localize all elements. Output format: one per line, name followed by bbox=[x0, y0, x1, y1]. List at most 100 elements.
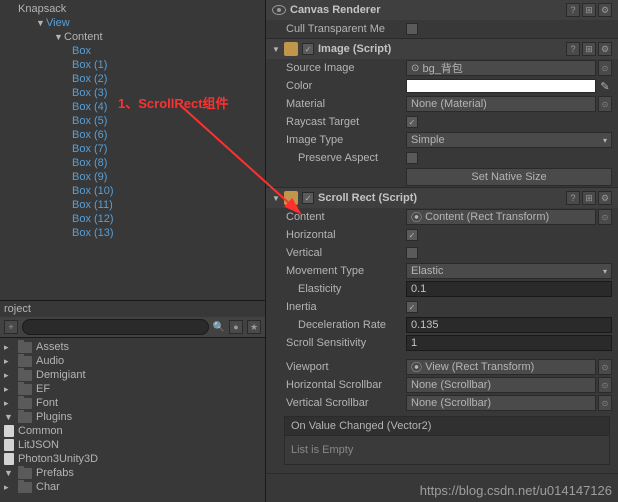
hierarchy-item-knapsack[interactable]: Knapsack bbox=[0, 2, 265, 16]
prop-label: Cull Transparent Me bbox=[286, 23, 402, 35]
folder-icon bbox=[18, 482, 32, 493]
object-picker-button[interactable]: ⊙ bbox=[598, 395, 612, 411]
folder-item[interactable]: ▸Audio bbox=[0, 354, 265, 368]
event-empty-label: List is Empty bbox=[285, 436, 609, 464]
canvas-renderer-component: Canvas Renderer ? ⊞ ⚙ Cull Transparent M… bbox=[266, 0, 618, 39]
enable-checkbox[interactable] bbox=[302, 43, 314, 55]
folder-item[interactable]: ▸Demigiant bbox=[0, 368, 265, 382]
hscrollbar-field[interactable]: None (Scrollbar) bbox=[406, 377, 596, 393]
event-list: On Value Changed (Vector2) List is Empty bbox=[284, 416, 610, 465]
image-type-dropdown[interactable]: Simple bbox=[406, 132, 612, 148]
create-button[interactable]: + bbox=[4, 320, 18, 334]
file-icon bbox=[4, 439, 14, 451]
preset-button[interactable]: ⊞ bbox=[582, 42, 596, 56]
menu-button[interactable]: ⚙ bbox=[598, 191, 612, 205]
raycast-checkbox[interactable] bbox=[406, 116, 418, 128]
preserve-checkbox[interactable] bbox=[406, 152, 418, 164]
prop-label: Vertical Scrollbar bbox=[286, 397, 402, 409]
prop-label: Inertia bbox=[286, 301, 402, 313]
assets-root[interactable]: ▸Assets bbox=[0, 340, 265, 354]
menu-button[interactable]: ⚙ bbox=[598, 42, 612, 56]
color-field[interactable] bbox=[406, 79, 596, 93]
prop-label: Source Image bbox=[286, 62, 402, 74]
vertical-checkbox[interactable] bbox=[406, 247, 418, 259]
folder-icon bbox=[18, 398, 32, 409]
inspector-panel: Canvas Renderer ? ⊞ ⚙ Cull Transparent M… bbox=[266, 0, 618, 502]
script-icon bbox=[284, 42, 298, 56]
project-search-input[interactable] bbox=[22, 319, 209, 335]
sensitivity-input[interactable] bbox=[406, 335, 612, 351]
folder-item[interactable]: ▼Prefabs bbox=[0, 466, 265, 480]
file-item[interactable]: Photon3Unity3D bbox=[0, 452, 265, 466]
left-panel: Knapsack ▼View ▼Content Box Box (1) Box … bbox=[0, 0, 266, 502]
hierarchy-item-box[interactable]: Box (2) bbox=[0, 72, 265, 86]
fold-arrow-icon[interactable]: ▼ bbox=[272, 45, 280, 54]
hierarchy-item-box[interactable]: Box bbox=[0, 44, 265, 58]
help-button[interactable]: ? bbox=[566, 42, 580, 56]
prop-label: Color bbox=[286, 80, 402, 92]
hierarchy-item-content[interactable]: ▼Content bbox=[0, 30, 265, 44]
eyedropper-icon[interactable]: ✎ bbox=[598, 79, 612, 93]
component-title: Scroll Rect (Script) bbox=[318, 192, 562, 204]
folder-icon bbox=[18, 356, 32, 367]
deceleration-input[interactable] bbox=[406, 317, 612, 333]
help-button[interactable]: ? bbox=[566, 191, 580, 205]
hierarchy-item-box[interactable]: Box (1) bbox=[0, 58, 265, 72]
menu-button[interactable]: ⚙ bbox=[598, 3, 612, 17]
event-header: On Value Changed (Vector2) bbox=[285, 417, 609, 436]
component-title: Canvas Renderer bbox=[290, 4, 562, 16]
folder-item[interactable]: ▸Char bbox=[0, 480, 265, 494]
annotation-arrow-icon bbox=[175, 95, 310, 225]
source-image-field[interactable]: bg_背包 bbox=[406, 60, 596, 76]
movement-type-dropdown[interactable]: Elastic bbox=[406, 263, 612, 279]
prop-label: Horizontal bbox=[286, 229, 402, 241]
object-picker-button[interactable]: ⊙ bbox=[598, 60, 612, 76]
file-item[interactable]: LitJSON bbox=[0, 438, 265, 452]
prop-label: Vertical bbox=[286, 247, 402, 259]
help-button[interactable]: ? bbox=[566, 3, 580, 17]
folder-icon bbox=[18, 370, 32, 381]
component-title: Image (Script) bbox=[318, 43, 562, 55]
prop-label: Elasticity bbox=[286, 283, 402, 295]
folder-icon bbox=[18, 468, 32, 479]
visibility-icon bbox=[272, 5, 286, 15]
expand-arrow-icon[interactable]: ▼ bbox=[36, 18, 46, 28]
object-picker-button[interactable]: ⊙ bbox=[598, 377, 612, 393]
scroll-rect-component: ▼ Scroll Rect (Script) ? ⊞ ⚙ Content ⦿ C… bbox=[266, 188, 618, 474]
material-field[interactable]: None (Material) bbox=[406, 96, 596, 112]
object-picker-button[interactable]: ⊙ bbox=[598, 96, 612, 112]
filter-button[interactable]: ● bbox=[229, 320, 243, 334]
search-icon: 🔍 bbox=[213, 322, 225, 333]
prop-label: Horizontal Scrollbar bbox=[286, 379, 402, 391]
viewport-field[interactable]: ⦿ View (Rect Transform) bbox=[406, 359, 596, 375]
project-panel: roject + 🔍 ● ★ ▸Assets ▸Audio ▸Demigiant… bbox=[0, 300, 265, 502]
folder-item[interactable]: ▸Font bbox=[0, 396, 265, 410]
assets-list: ▸Assets ▸Audio ▸Demigiant ▸EF ▸Font ▼Plu… bbox=[0, 338, 265, 496]
folder-icon bbox=[18, 412, 32, 423]
inertia-checkbox[interactable] bbox=[406, 301, 418, 313]
folder-icon bbox=[18, 384, 32, 395]
set-native-size-button[interactable]: Set Native Size bbox=[406, 168, 612, 186]
hierarchy-item-view[interactable]: ▼View bbox=[0, 16, 265, 30]
filter-button[interactable]: ★ bbox=[247, 320, 261, 334]
folder-item[interactable]: ▼Plugins bbox=[0, 410, 265, 424]
elasticity-input[interactable] bbox=[406, 281, 612, 297]
file-item[interactable]: Common bbox=[0, 424, 265, 438]
expand-arrow-icon[interactable]: ▼ bbox=[54, 32, 64, 42]
project-header: roject bbox=[0, 301, 265, 317]
horizontal-checkbox[interactable] bbox=[406, 229, 418, 241]
folder-item[interactable]: ▸EF bbox=[0, 382, 265, 396]
preset-button[interactable]: ⊞ bbox=[582, 3, 596, 17]
object-picker-button[interactable]: ⊙ bbox=[598, 209, 612, 225]
prop-label: Viewport bbox=[286, 361, 402, 373]
vscrollbar-field[interactable]: None (Scrollbar) bbox=[406, 395, 596, 411]
prop-label: Deceleration Rate bbox=[286, 319, 402, 331]
file-icon bbox=[4, 453, 14, 465]
image-component: ▼ Image (Script) ? ⊞ ⚙ Source Image bg_背… bbox=[266, 39, 618, 188]
preset-button[interactable]: ⊞ bbox=[582, 191, 596, 205]
content-field[interactable]: ⦿ Content (Rect Transform) bbox=[406, 209, 596, 225]
project-toolbar: + 🔍 ● ★ bbox=[0, 317, 265, 338]
cull-checkbox[interactable] bbox=[406, 23, 418, 35]
object-picker-button[interactable]: ⊙ bbox=[598, 359, 612, 375]
hierarchy-item-box[interactable]: Box (13) bbox=[0, 226, 265, 240]
